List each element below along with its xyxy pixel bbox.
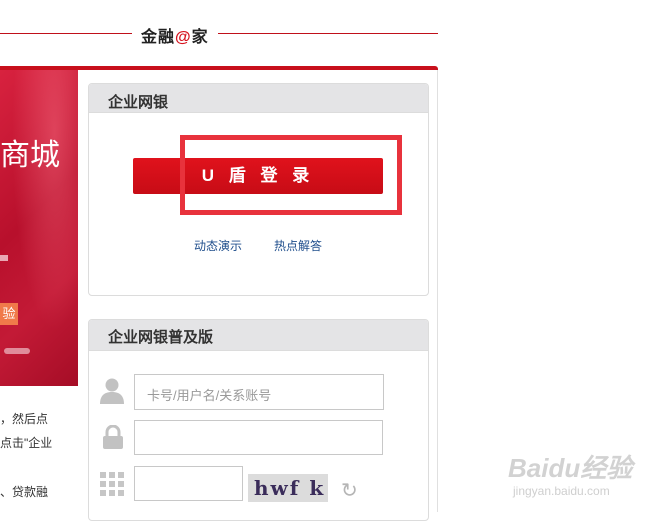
- header-rule-left: [0, 33, 132, 34]
- promo-title: 商城: [0, 138, 60, 173]
- side-instruction-line-1: ，然后点: [0, 412, 49, 426]
- header-rule-right: [218, 33, 438, 34]
- watermark-url: jingyan.baidu.com: [513, 484, 610, 498]
- enterprise-bank-title: 企业网银: [108, 94, 169, 111]
- dynamic-demo-link[interactable]: 动态演示: [194, 237, 242, 254]
- enterprise-lite-title: 企业网银普及版: [108, 329, 214, 346]
- hot-faq-link[interactable]: 热点解答: [274, 237, 322, 254]
- captcha-image[interactable]: hwf k: [248, 474, 328, 502]
- annotation-highlight-box: [180, 135, 402, 215]
- captcha-input[interactable]: [134, 466, 243, 501]
- lock-icon: [103, 425, 123, 449]
- promo-banner[interactable]: 商城 验: [0, 70, 78, 386]
- brand-title: 金融@家: [141, 29, 209, 46]
- user-icon: [100, 378, 124, 404]
- username-input[interactable]: 卡号/用户名/关系账号: [134, 374, 384, 410]
- keypad-icon: [100, 472, 124, 496]
- side-instruction-line-2: 点击"企业: [0, 436, 53, 450]
- promo-divider: [0, 255, 8, 261]
- refresh-icon[interactable]: ↻: [341, 478, 358, 503]
- promo-button[interactable]: 验: [0, 303, 18, 325]
- watermark-logo: Baidu经验: [508, 453, 633, 483]
- promo-subtext: [4, 348, 30, 354]
- side-instruction-line-3: 、贷款融: [0, 485, 49, 499]
- password-input[interactable]: [134, 420, 383, 455]
- panel-right-border: [437, 70, 438, 512]
